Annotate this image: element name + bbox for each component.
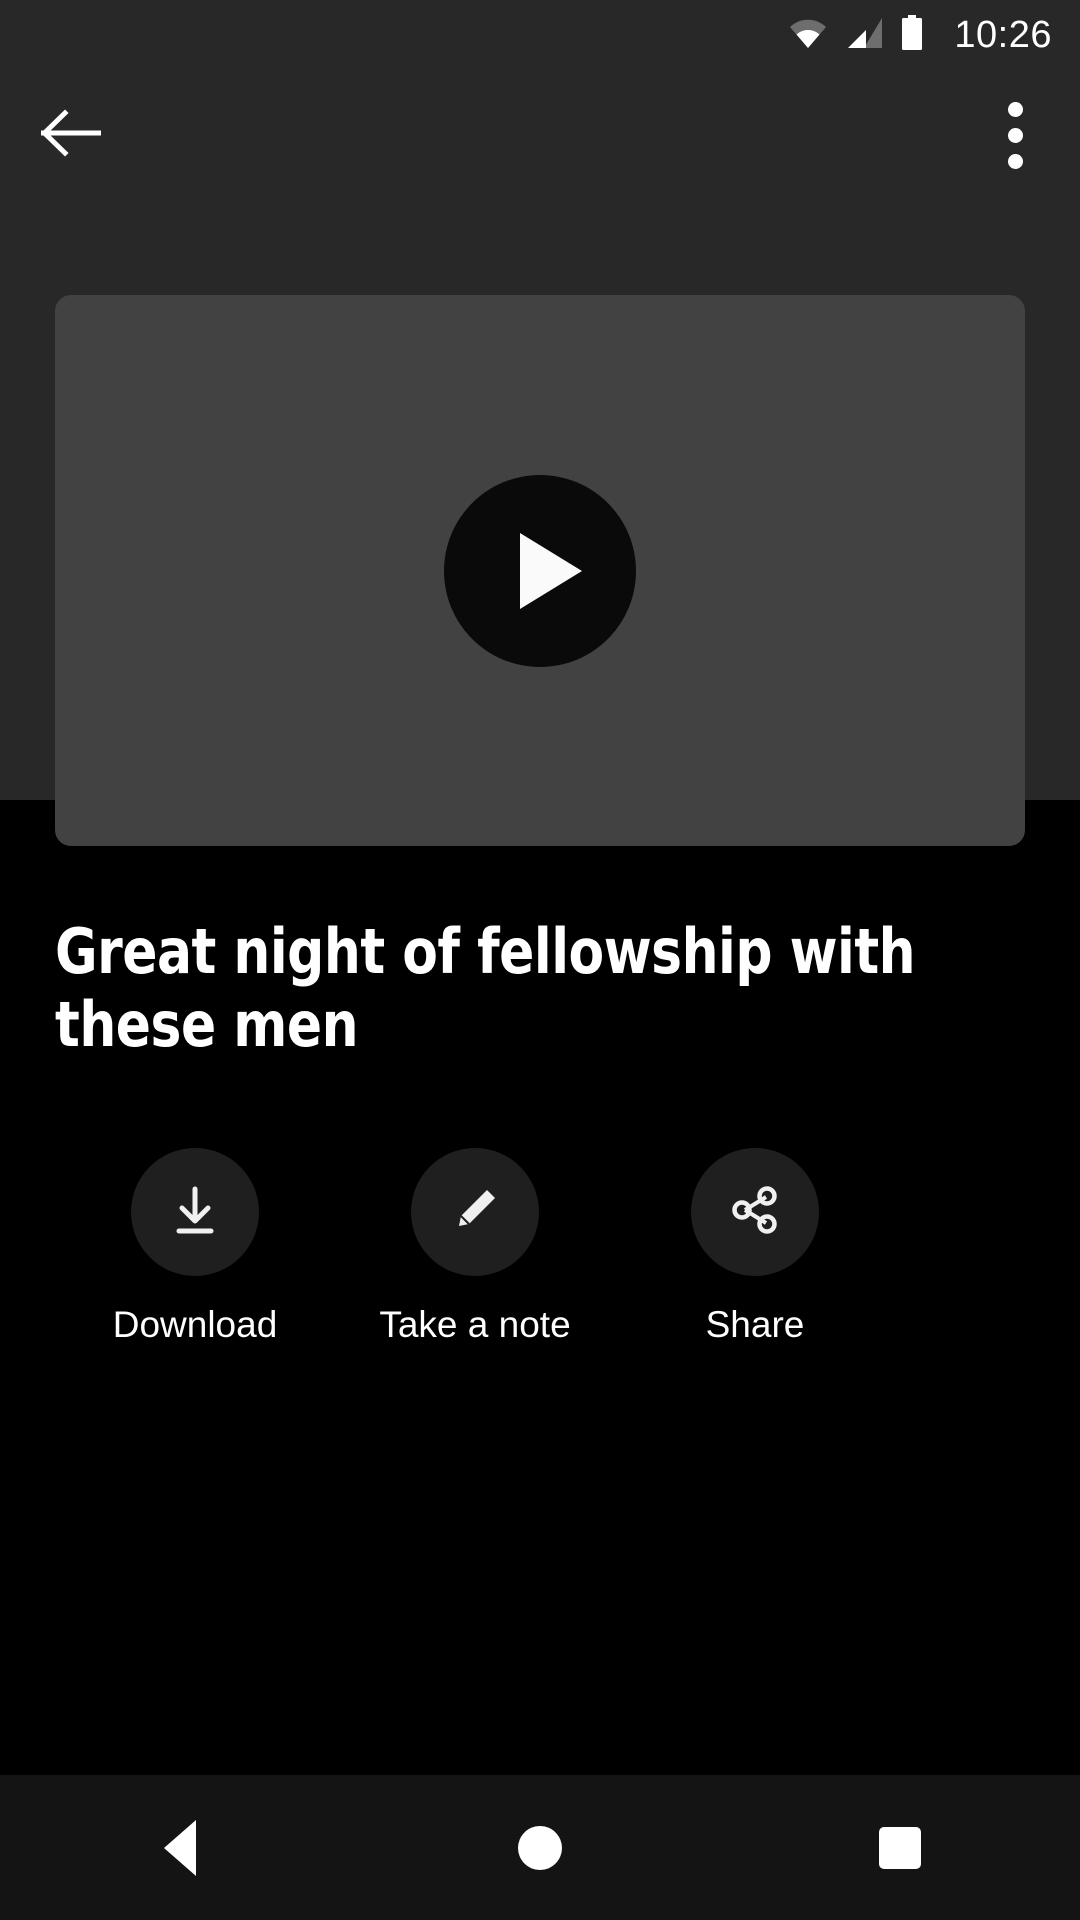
arrow-left-icon <box>40 108 102 162</box>
status-bar-clock: 10:26 <box>954 14 1052 56</box>
nav-back-button[interactable] <box>100 1775 260 1920</box>
status-bar: 10:26 <box>0 0 1080 70</box>
share-button-label: Share <box>705 1304 805 1345</box>
system-navigation-bar <box>0 1775 1080 1920</box>
share-icon <box>726 1181 784 1244</box>
app-bar <box>0 70 1080 200</box>
nav-back-triangle-icon <box>164 1819 196 1876</box>
share-button[interactable]: Share <box>615 1148 895 1343</box>
cellular-signal-icon <box>844 17 884 54</box>
take-a-note-button-circle[interactable] <box>411 1148 539 1276</box>
more-vertical-icon-dot-3 <box>1007 153 1023 169</box>
play-icon <box>520 532 582 609</box>
download-button-circle[interactable] <box>131 1148 259 1276</box>
app-screen: 10:26 Great night of fellowship with the… <box>0 0 1080 1920</box>
nav-home-circle-icon <box>518 1825 562 1870</box>
download-button[interactable]: Download <box>55 1148 335 1343</box>
nav-recents-button[interactable] <box>820 1775 980 1920</box>
play-button[interactable] <box>444 474 636 667</box>
back-button[interactable] <box>28 92 114 178</box>
video-title: Great night of fellowship with these men <box>55 915 916 1062</box>
battery-icon <box>900 14 924 56</box>
nav-recents-square-icon <box>879 1826 921 1869</box>
more-vertical-icon-dot-1 <box>1007 101 1023 117</box>
status-icon-group: 10:26 <box>788 14 1052 56</box>
wifi-icon <box>788 17 828 54</box>
share-button-circle[interactable] <box>691 1148 819 1276</box>
more-vertical-icon-dot-2 <box>1007 127 1023 143</box>
nav-home-button[interactable] <box>460 1775 620 1920</box>
action-button-row: Download Take a note Share <box>55 1148 1025 1343</box>
take-a-note-button-label: Take a note <box>379 1304 571 1345</box>
overflow-menu-button[interactable] <box>972 92 1058 178</box>
take-a-note-button[interactable]: Take a note <box>335 1148 615 1343</box>
download-button-label: Download <box>112 1304 278 1345</box>
video-player-thumbnail[interactable] <box>55 295 1025 846</box>
pencil-icon <box>446 1181 504 1244</box>
download-icon <box>166 1181 224 1244</box>
